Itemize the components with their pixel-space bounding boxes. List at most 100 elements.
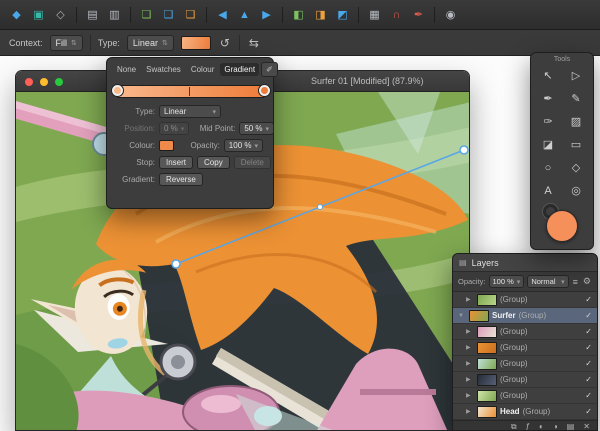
layer-row[interactable]: ▶(Group)✓ [453,356,597,372]
layer-row[interactable]: ▶(Group)✓ [453,388,597,404]
copy-stop-button[interactable]: Copy [197,156,230,169]
tab-swatches[interactable]: Swatches [142,63,185,76]
traffic-lights [25,78,63,86]
opacity-select[interactable]: 100 % ▾ [224,139,263,152]
add-layer-icon[interactable]: ▤ [567,423,575,431]
disclosure-triangle-icon[interactable]: ▼ [458,313,466,319]
node-tool[interactable]: ▷ [564,64,588,87]
pencil-tool[interactable]: ✎ [564,87,588,110]
pen-tool[interactable]: ✒ [536,87,560,110]
gradient-midpoint-marker[interactable] [189,87,190,96]
designer-persona-icon[interactable]: ◆ [6,5,27,25]
rectangle-tool[interactable]: ▭ [564,133,588,156]
rotate-gradient-icon[interactable]: ↺ [218,36,232,50]
layer-row[interactable]: ▶(Group)✓ [453,324,597,340]
link-layer-icon[interactable]: ⧉ [511,423,517,431]
layer-row[interactable]: ▶(Group)✓ [453,292,597,308]
boolean-subtract-icon[interactable]: ◨ [310,5,331,25]
gradient-mid-handle[interactable] [318,205,323,210]
midpoint-select[interactable]: 50 % ▾ [239,122,274,135]
align-left-icon[interactable]: ◀ [212,5,233,25]
eyedropper-icon[interactable]: ✐ [261,62,278,77]
mask-layer-icon[interactable]: ◐ [539,423,544,431]
ellipse-tool[interactable]: ○ [536,156,560,179]
layer-options-icon[interactable]: ≡ [572,277,579,287]
export-persona-icon[interactable]: ◇ [50,5,71,25]
layer-fx-icon[interactable]: ƒ [526,423,530,431]
chevron-updown-icon: ⇅ [71,39,77,47]
layer-visibility-check[interactable]: ✓ [585,343,592,352]
colour-picker-tool[interactable]: ◎ [564,179,588,202]
layer-visibility-check[interactable]: ✓ [585,375,592,384]
position-label: Position: [117,124,155,133]
layer-visibility-check[interactable]: ✓ [585,327,592,336]
gear-icon[interactable]: ⚙ [582,276,592,287]
preview-mode-icon[interactable]: ◉ [440,5,461,25]
gradient-type-select[interactable]: Linear ⇅ [127,35,174,51]
disclosure-triangle-icon[interactable]: ▶ [466,408,474,415]
close-button[interactable] [25,78,33,86]
tab-gradient[interactable]: Gradient [220,63,259,76]
gradient-label: Gradient: [117,175,155,184]
text-tool[interactable]: A [536,179,560,202]
disclosure-triangle-icon[interactable]: ▶ [466,344,474,351]
position-select[interactable]: 0 % ▾ [159,122,189,135]
brush-tool[interactable]: ✑ [536,110,560,133]
context-value: Fill [56,38,68,48]
layer-row[interactable]: ▶(Group)✓ [453,372,597,388]
reverse-gradient-icon[interactable]: ⇆ [247,36,261,50]
disclosure-triangle-icon[interactable]: ▶ [466,392,474,399]
insert-inside-icon[interactable]: ❏ [158,5,179,25]
align-top-icon[interactable]: ▲ [234,5,255,25]
disclosure-triangle-icon[interactable]: ▶ [466,328,474,335]
disclosure-triangle-icon[interactable]: ▶ [466,296,474,303]
layer-opacity-select[interactable]: 100 % ▾ [489,275,525,288]
popup-type-select[interactable]: Linear ▾ [159,105,221,118]
layer-visibility-check[interactable]: ✓ [585,295,592,304]
layer-row[interactable]: ▶Head(Group)✓ [453,404,597,420]
polygon-tool[interactable]: ◇ [564,156,588,179]
gradient-stop-start-handle[interactable] [112,85,123,96]
tab-colour[interactable]: Colour [187,63,219,76]
zoom-button[interactable] [55,78,63,86]
fill-colour-well[interactable] [546,210,578,242]
layer-visibility-check[interactable]: ✓ [585,359,592,368]
disclosure-triangle-icon[interactable]: ▶ [466,360,474,367]
boolean-intersect-icon[interactable]: ◩ [332,5,353,25]
grid-icon[interactable]: ▦ [364,5,385,25]
layer-row[interactable]: ▶(Group)✓ [453,340,597,356]
insert-behind-icon[interactable]: ❏ [136,5,157,25]
contour-icon[interactable]: ✒ [408,5,429,25]
place-image-icon[interactable]: ▥ [104,5,125,25]
layer-visibility-check[interactable]: ✓ [585,311,592,320]
gradient-end-handle[interactable] [460,146,468,154]
tab-none[interactable]: None [113,63,140,76]
adjustment-layer-icon[interactable]: ◑ [553,423,558,431]
gradient-stop-end-handle[interactable] [259,85,270,96]
new-document-icon[interactable]: ▤ [82,5,103,25]
context-gradient-swatch[interactable] [181,36,211,50]
gradient-start-handle[interactable] [172,260,180,268]
delete-layer-icon[interactable]: ✕ [583,423,590,431]
reverse-gradient-button[interactable]: Reverse [159,173,203,186]
layer-visibility-check[interactable]: ✓ [585,407,592,416]
layer-visibility-check[interactable]: ✓ [585,391,592,400]
insert-on-top-icon[interactable]: ❏ [180,5,201,25]
midpoint-label: Mid Point: [193,124,235,133]
align-right-icon[interactable]: ▶ [256,5,277,25]
gradient-preview-bar[interactable] [117,85,265,98]
blend-mode-select[interactable]: Normal ▾ [527,275,568,288]
pixel-persona-icon[interactable]: ▣ [28,5,49,25]
disclosure-triangle-icon[interactable]: ▶ [466,376,474,383]
delete-stop-button[interactable]: Delete [234,156,271,169]
insert-stop-button[interactable]: Insert [159,156,193,169]
transparency-tool[interactable]: ◪ [536,133,560,156]
layer-row[interactable]: ▼Surfer(Group)✓ [453,308,597,324]
fill-gradient-tool[interactable]: ▨ [564,110,588,133]
snapping-icon[interactable]: ∩ [386,5,407,25]
move-tool[interactable]: ↖ [536,64,560,87]
colour-swatch[interactable] [159,140,174,151]
minimize-button[interactable] [40,78,48,86]
context-select[interactable]: Fill ⇅ [50,35,83,51]
boolean-add-icon[interactable]: ◧ [288,5,309,25]
